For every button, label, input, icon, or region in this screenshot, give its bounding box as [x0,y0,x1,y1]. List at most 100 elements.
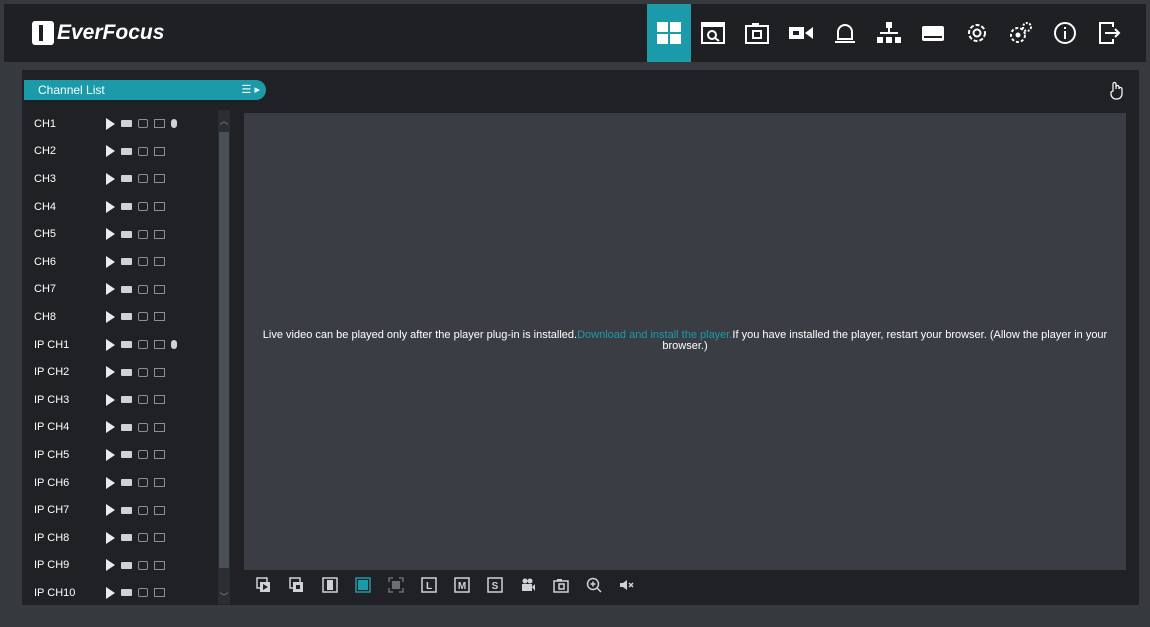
snapshot-icon[interactable] [138,588,148,598]
snapshot-icon[interactable] [138,422,148,432]
play-icon[interactable] [106,531,115,544]
zoom-in-button[interactable] [586,577,602,593]
play-icon[interactable] [106,117,115,130]
channel-row[interactable]: CH5 [26,220,218,248]
play-icon[interactable] [106,421,115,434]
motion-icon[interactable] [154,533,165,543]
start-all-button[interactable] [256,577,272,593]
play-icon[interactable] [106,504,115,517]
motion-icon[interactable] [154,119,165,129]
motion-icon[interactable] [154,202,165,212]
snapshot-icon[interactable] [138,395,148,405]
scroll-thumb[interactable] [219,132,229,568]
snapshot-icon[interactable] [138,257,148,267]
record-icon[interactable] [121,341,132,349]
motion-icon[interactable] [154,312,165,322]
channel-row[interactable]: IP CH3 [26,386,218,414]
play-icon[interactable] [106,559,115,572]
hand-pointer-icon[interactable] [1107,80,1127,100]
channel-row[interactable]: CH3 [26,165,218,193]
snapshot-icon[interactable] [138,229,148,239]
scroll-up-icon[interactable]: ︿ [218,114,230,126]
record-icon[interactable] [121,589,132,597]
record-icon[interactable] [121,258,132,266]
channel-row[interactable]: CH2 [26,138,218,166]
record-icon[interactable] [121,230,132,238]
channel-row[interactable]: IP CH9 [26,552,218,580]
channel-row[interactable]: IP CH8 [26,524,218,552]
nav-settings[interactable] [955,4,999,62]
snapshot-icon[interactable] [138,340,148,350]
channel-row[interactable]: IP CH6 [26,469,218,497]
main-stream-button[interactable]: M [454,577,470,593]
motion-icon[interactable] [154,505,165,515]
channel-row[interactable]: CH6 [26,248,218,276]
play-icon[interactable] [106,366,115,379]
channel-row[interactable]: IP CH4 [26,414,218,442]
nav-playback[interactable] [691,4,735,62]
channel-row[interactable]: IP CH1 [26,331,218,359]
snapshot-icon[interactable] [138,146,148,156]
play-icon[interactable] [106,586,115,599]
nav-alarm[interactable] [823,4,867,62]
channel-row[interactable]: CH8 [26,303,218,331]
channel-row[interactable]: CH1 [26,110,218,138]
snapshot-icon[interactable] [138,312,148,322]
snapshot-icon[interactable] [138,478,148,488]
snapshot-icon[interactable] [138,533,148,543]
download-player-link[interactable]: Download and install the player. [577,329,732,341]
record-icon[interactable] [121,479,132,487]
motion-icon[interactable] [154,340,165,350]
record-icon[interactable] [121,285,132,293]
snapshot-icon[interactable] [138,284,148,294]
record-icon[interactable] [121,203,132,211]
snapshot-icon[interactable] [138,202,148,212]
motion-icon[interactable] [154,588,165,598]
motion-icon[interactable] [154,174,165,184]
motion-icon[interactable] [154,395,165,405]
play-icon[interactable] [106,228,115,241]
play-icon[interactable] [106,172,115,185]
motion-icon[interactable] [154,478,165,488]
play-icon[interactable] [106,338,115,351]
motion-icon[interactable] [154,560,165,570]
channel-row[interactable]: IP CH5 [26,441,218,469]
scroll-down-icon[interactable]: ﹀ [218,590,230,602]
record-icon[interactable] [121,396,132,404]
mute-button[interactable] [619,577,635,593]
microphone-icon[interactable] [171,119,177,129]
stop-all-button[interactable] [289,577,305,593]
play-icon[interactable] [106,310,115,323]
snapshot-icon[interactable] [138,119,148,129]
play-icon[interactable] [106,476,115,489]
play-icon[interactable] [106,448,115,461]
motion-icon[interactable] [154,367,165,377]
channel-row[interactable]: CH7 [26,276,218,304]
play-icon[interactable] [106,145,115,158]
nav-info[interactable] [1043,4,1087,62]
record-icon[interactable] [121,506,132,514]
record-icon[interactable] [121,175,132,183]
snapshot-icon[interactable] [138,560,148,570]
video-area[interactable]: Live video can be played only after the … [244,113,1126,570]
channel-row[interactable]: IP CH7 [26,496,218,524]
record-video-button[interactable] [520,577,536,593]
nav-logout[interactable] [1087,4,1131,62]
snapshot-icon[interactable] [138,450,148,460]
play-icon[interactable] [106,255,115,268]
record-icon[interactable] [121,313,132,321]
channel-row[interactable]: IP CH10 [26,579,218,607]
motion-icon[interactable] [154,257,165,267]
nav-record[interactable] [779,4,823,62]
record-icon[interactable] [121,120,132,128]
microphone-icon[interactable] [171,340,177,350]
motion-icon[interactable] [154,229,165,239]
nav-network[interactable] [867,4,911,62]
capture-button[interactable] [553,577,569,593]
low-stream-button[interactable]: L [421,577,437,593]
snapshot-icon[interactable] [138,367,148,377]
play-icon[interactable] [106,283,115,296]
channel-list-scrollbar[interactable]: ︿ ﹀ [218,110,230,604]
nav-advanced-settings[interactable] [999,4,1043,62]
motion-icon[interactable] [154,146,165,156]
